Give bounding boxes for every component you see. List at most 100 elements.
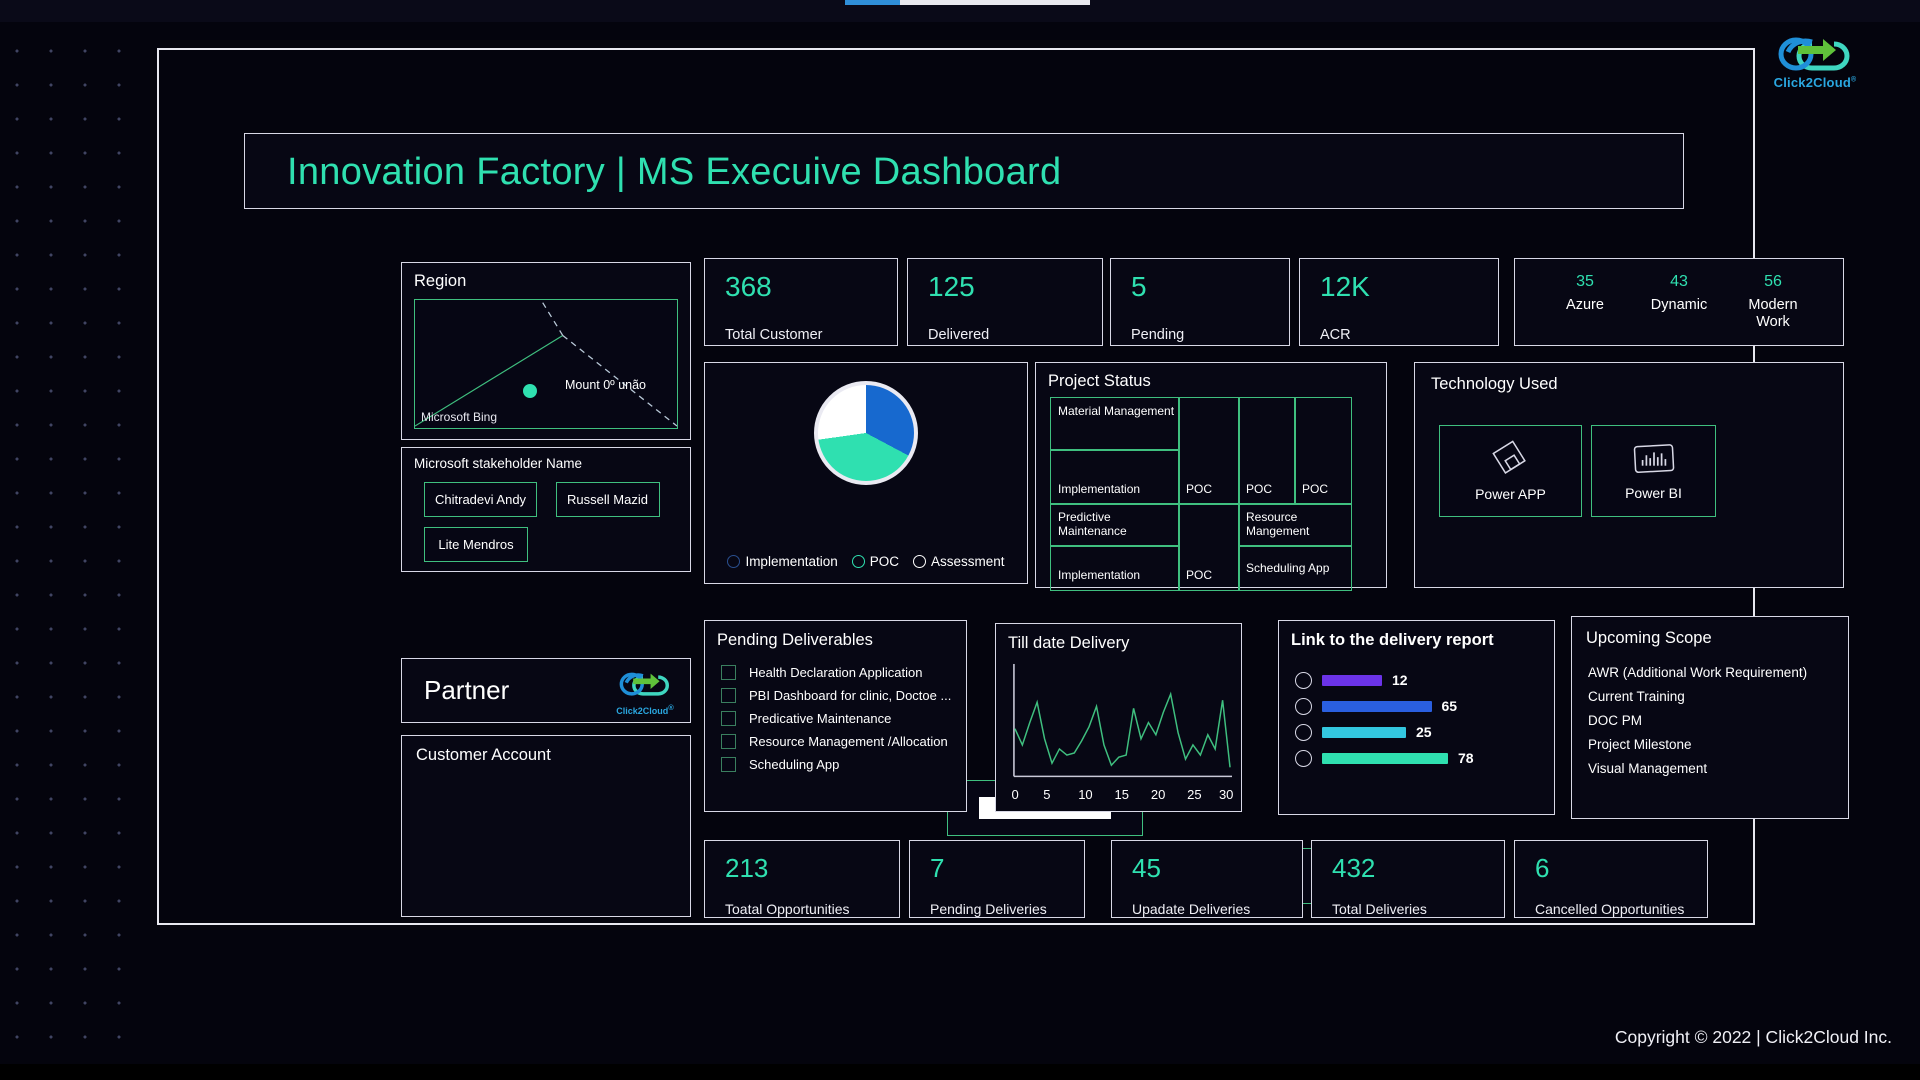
technology-label: Power APP: [1475, 486, 1546, 502]
kpi-value: 45: [1132, 853, 1161, 883]
status-cell[interactable]: Predictive Maintenance: [1050, 503, 1180, 547]
status-cell[interactable]: Scheduling App: [1238, 545, 1352, 591]
deliverable-row[interactable]: Scheduling App: [721, 757, 956, 772]
checkbox-icon[interactable]: [721, 734, 736, 749]
kpi-card-total-opportunities: 213 Toatal Opportunities: [704, 840, 900, 918]
legend-marker-icon: [851, 555, 865, 568]
legend-item-assessment[interactable]: Assessment: [913, 554, 1005, 569]
scope-item: Project Milestone: [1588, 737, 1692, 752]
project-status-grid: Material Management Implementation Predi…: [1050, 397, 1372, 591]
bar-row[interactable]: 78: [1295, 745, 1544, 771]
x-tick: 10: [1078, 787, 1093, 802]
partner-logo: Click2Cloud®: [616, 666, 690, 716]
radio-icon[interactable]: [1295, 723, 1312, 741]
kpi-value: 12K: [1320, 271, 1370, 302]
top-strip-segment-white: [900, 0, 1090, 5]
status-cell[interactable]: Implementation: [1050, 449, 1180, 505]
top-strip-segment-blue: [845, 0, 900, 5]
click2cloud-logo: Click2Cloud®: [1740, 28, 1890, 90]
kpi-label: Upadate Deliveries: [1132, 901, 1251, 917]
region-title: Region: [414, 272, 467, 290]
region-map-panel: Region Mount 0º unão Microsoft Bing: [401, 262, 691, 440]
top-strip: [0, 0, 1920, 22]
pending-deliverables-title: Pending Deliverables: [717, 631, 873, 649]
page-title: Innovation Factory | MS Execuive Dashboa…: [287, 151, 1062, 193]
bar-row[interactable]: 12: [1295, 667, 1544, 693]
map-attribution: Microsoft Bing: [421, 410, 498, 424]
map-location-marker[interactable]: [523, 384, 537, 398]
technology-label: Power BI: [1625, 485, 1682, 501]
legend-marker-icon: [913, 555, 927, 568]
status-cell[interactable]: Implementation: [1050, 545, 1180, 591]
decorative-dot-pattern-right: [0, 0, 150, 1080]
workload-mix-card: 35 Azure 43 Dynamic 56 Modern Work: [1514, 258, 1844, 346]
checkbox-icon[interactable]: [721, 665, 736, 680]
status-cell[interactable]: POC: [1294, 397, 1352, 505]
stakeholder-chip[interactable]: Lite Mendros: [424, 527, 528, 562]
technology-tile-power-app[interactable]: Power APP: [1439, 425, 1582, 517]
stakeholder-chip[interactable]: Chitradevi Andy: [424, 482, 538, 517]
line-chart-plot-area[interactable]: [1006, 662, 1233, 803]
map-canvas[interactable]: Mount 0º unão Microsoft Bing: [414, 299, 678, 429]
kpi-card-update-deliveries: 45 Upadate Deliveries: [1111, 840, 1303, 918]
status-cell[interactable]: POC: [1178, 397, 1240, 505]
project-status-panel: Project Status Material Management Imple…: [1035, 362, 1387, 591]
bar-row[interactable]: 65: [1295, 693, 1544, 719]
checkbox-icon[interactable]: [721, 757, 736, 772]
kpi-label: Toatal Opportunities: [725, 901, 850, 917]
kpi-card-acr: 12K ACR: [1299, 258, 1499, 346]
legend-label: Implementation: [745, 554, 838, 569]
kpi-label: Pending Deliveries: [930, 901, 1047, 917]
x-tick: 20: [1150, 787, 1166, 802]
line-chart-svg: [1013, 663, 1233, 778]
kpi-value: 432: [1332, 853, 1376, 883]
workload-modern-work: 56 Modern Work: [1732, 273, 1814, 331]
technology-used-panel: Technology Used Power APP Power BI: [1414, 362, 1844, 588]
kpi-card-delivered: 125 Delivered: [907, 258, 1103, 346]
bar: [1322, 726, 1406, 738]
workload-value: 56: [1764, 273, 1782, 290]
workload-dynamic: 43 Dynamic: [1638, 273, 1720, 331]
status-cell[interactable]: POC: [1178, 503, 1240, 591]
legend-label: Assessment: [931, 554, 1005, 569]
dashboard-root: Click2Cloud® Innovation Factory | MS Exe…: [0, 0, 1920, 1080]
checkbox-icon[interactable]: [721, 688, 736, 703]
deliverable-row[interactable]: Resource Management /Allocation: [721, 734, 956, 749]
workload-value: 43: [1670, 273, 1688, 290]
kpi-value: 125: [928, 271, 975, 302]
bar-row[interactable]: 25: [1295, 719, 1544, 745]
delivery-report-panel: Link to the delivery report 12 65 25 78: [1278, 620, 1555, 815]
radio-icon[interactable]: [1295, 749, 1312, 767]
legend-item-poc[interactable]: POC: [851, 554, 900, 569]
project-type-pie-chart[interactable]: [814, 381, 918, 485]
workload-azure: 35 Azure: [1544, 273, 1626, 331]
stakeholder-panel: Microsoft stakeholder Name Chitradevi An…: [401, 447, 691, 572]
checkbox-icon[interactable]: [721, 711, 736, 726]
deliverable-label: Predicative Maintenance: [749, 711, 892, 726]
delivery-report-bar-chart: 12 65 25 78: [1295, 667, 1544, 771]
dashboard-frame: Innovation Factory | MS Execuive Dashboa…: [157, 48, 1849, 925]
bar: [1322, 700, 1432, 712]
project-status-title: Project Status: [1048, 372, 1151, 390]
radio-icon[interactable]: [1295, 697, 1312, 715]
map-place-label: Mount 0º unão: [565, 378, 647, 392]
status-cell[interactable]: POC: [1238, 397, 1296, 505]
status-cell[interactable]: Resource Mangement: [1238, 503, 1352, 547]
power-apps-diamond-icon: [1491, 440, 1526, 474]
legend-item-implementation[interactable]: Implementation: [727, 554, 838, 569]
kpi-label: Delivered: [928, 327, 990, 343]
deliverable-row[interactable]: PBI Dashboard for clinic, Doctoe ...: [721, 688, 956, 703]
technology-tile-power-bi[interactable]: Power BI: [1591, 425, 1716, 517]
status-cell[interactable]: Material Management: [1050, 397, 1180, 451]
kpi-value: 213: [725, 853, 769, 883]
legend-label: POC: [869, 554, 900, 569]
radio-icon[interactable]: [1295, 671, 1312, 689]
map-lines: [415, 300, 677, 427]
bar: [1322, 752, 1448, 764]
pending-deliverables-panel: Pending Deliverables Health Declaration …: [704, 620, 967, 812]
deliverable-row[interactable]: Health Declaration Application: [721, 665, 956, 680]
deliverable-row[interactable]: Predicative Maintenance: [721, 711, 956, 726]
bar-value: 12: [1392, 672, 1408, 688]
stakeholder-chip[interactable]: Russell Mazid: [555, 482, 660, 517]
delivery-report-title: Link to the delivery report: [1291, 631, 1494, 649]
